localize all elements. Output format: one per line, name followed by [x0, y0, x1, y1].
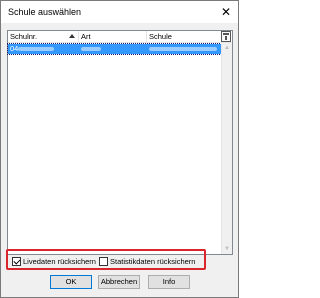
column-header-schulnr[interactable]: Schulnr. [8, 31, 79, 43]
livedaten-label: Livedaten rücksichern [23, 257, 96, 266]
cell-schule-redacted [149, 47, 217, 51]
cancel-button[interactable]: Abbrechen [98, 275, 140, 289]
sort-ascending-icon [69, 34, 75, 38]
info-button[interactable]: Info [148, 275, 190, 289]
list-header: Schulnr. Art Schule [8, 31, 232, 43]
scroll-down-icon[interactable]: ▼ [222, 244, 232, 254]
cell-art-redacted [81, 47, 101, 51]
school-select-dialog: Schule auswählen ✕ Schulnr. Art Schule 0… [0, 0, 239, 298]
close-icon[interactable]: ✕ [218, 4, 234, 20]
vertical-scrollbar[interactable]: ▲ ▼ [221, 43, 232, 254]
column-header-art[interactable]: Art [79, 31, 147, 43]
redacted-text [18, 47, 54, 51]
statistikdaten-label: Statistikdaten rücksichern [110, 257, 196, 266]
dialog-title: Schule auswählen [8, 7, 82, 17]
title-bar: Schule auswählen ✕ [1, 1, 238, 23]
column-header-label: Schule [149, 32, 172, 41]
column-header-label: Art [81, 32, 91, 41]
column-header-schule[interactable]: Schule [147, 31, 221, 43]
statistikdaten-checkbox[interactable] [99, 257, 108, 266]
table-row[interactable]: 04 [7, 43, 222, 55]
livedaten-checkbox[interactable] [12, 257, 21, 266]
restore-options: Livedaten rücksichern Statistikdaten rüc… [6, 249, 206, 270]
statistikdaten-option[interactable]: Statistikdaten rücksichern [99, 256, 195, 267]
scroll-up-icon[interactable]: ▲ [222, 43, 232, 53]
column-header-label: Schulnr. [10, 32, 38, 41]
school-list[interactable]: Schulnr. Art Schule 04 ▲ ▼ [7, 30, 233, 255]
livedaten-option[interactable]: Livedaten rücksichern [12, 256, 96, 267]
ok-button[interactable]: OK [50, 275, 92, 289]
column-chooser-icon[interactable] [221, 31, 231, 42]
